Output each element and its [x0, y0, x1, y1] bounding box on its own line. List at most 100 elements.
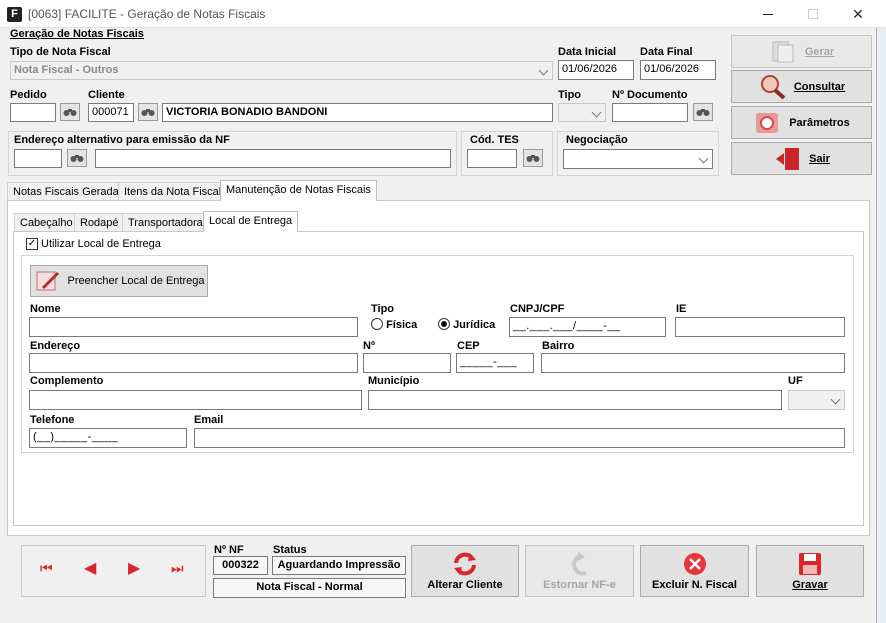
- radio-fisica[interactable]: Física: [371, 318, 417, 331]
- tipo-select[interactable]: [558, 103, 606, 122]
- pedido-input[interactable]: [10, 103, 56, 122]
- gerar-button[interactable]: Gerar: [731, 35, 872, 68]
- endereco-alt-desc-input[interactable]: [95, 149, 451, 168]
- tipo-nf-value: Nota Fiscal - Outros: [14, 64, 119, 76]
- uf-select[interactable]: [788, 390, 845, 410]
- binoculars-icon: [63, 109, 77, 116]
- title-bar: F [0063] FACILITE - Geração de Notas Fis…: [0, 0, 886, 28]
- cliente-search-button[interactable]: [138, 103, 158, 121]
- endereco-input[interactable]: [29, 353, 358, 373]
- excluir-button[interactable]: Excluir N. Fiscal: [640, 545, 749, 597]
- numero-label: Nº: [363, 340, 375, 352]
- binoculars-icon: [526, 155, 540, 162]
- radio-fisica-icon: [371, 318, 383, 330]
- window-title: [0063] FACILITE - Geração de Notas Fisca…: [28, 7, 266, 21]
- cep-input[interactable]: _____-___: [456, 353, 534, 373]
- tipo-nf-select[interactable]: Nota Fiscal - Outros: [10, 61, 553, 80]
- binoculars-icon: [141, 109, 155, 116]
- binoculars-icon: [70, 155, 84, 162]
- tab-itens-nota-fiscal[interactable]: Itens da Nota Fiscal: [118, 182, 228, 201]
- cliente-name-input[interactable]: VICTORIA BONADIO BANDONI: [162, 103, 553, 122]
- bairro-label: Bairro: [542, 340, 575, 352]
- nf-type-value: Nota Fiscal - Normal: [213, 578, 406, 598]
- cod-tes-label: Cód. TES: [470, 134, 519, 146]
- complemento-input[interactable]: [29, 390, 362, 410]
- negociacao-select[interactable]: [563, 149, 713, 169]
- numero-input[interactable]: [363, 353, 451, 373]
- minimize-icon[interactable]: [758, 6, 778, 22]
- endereco-label: Endereço: [30, 340, 81, 352]
- consultar-button[interactable]: Consultar: [731, 70, 872, 103]
- settings-icon: [756, 112, 779, 133]
- nr-documento-input[interactable]: [612, 103, 688, 122]
- section-title: Geração de Notas Fiscais: [10, 28, 144, 40]
- consultar-label: Consultar: [793, 80, 846, 93]
- alterar-cliente-label: Alterar Cliente: [427, 579, 503, 591]
- radio-juridica[interactable]: Jurídica: [438, 318, 495, 331]
- chevron-down-icon: [698, 153, 709, 164]
- cod-tes-search-button[interactable]: [523, 149, 543, 167]
- edit-form-icon: [36, 271, 59, 291]
- tipo-label: Tipo: [558, 89, 582, 101]
- background-window-edge: [876, 28, 886, 623]
- ie-input[interactable]: [675, 317, 845, 337]
- bairro-input[interactable]: [541, 353, 845, 373]
- preencher-local-button[interactable]: Preencher Local de Entrega: [30, 265, 208, 297]
- sair-button[interactable]: Sair: [731, 142, 872, 175]
- close-icon[interactable]: ✕: [848, 6, 868, 22]
- nr-nf-value: 000322: [213, 556, 268, 575]
- subtab-transportadora[interactable]: Transportadora: [122, 213, 209, 232]
- parametros-label: Parâmetros: [789, 116, 850, 129]
- cnpj-label: CNPJ/CPF: [510, 303, 565, 315]
- delete-circle-icon: [683, 553, 706, 575]
- ie-label: IE: [676, 303, 687, 315]
- utilizar-local-checkbox[interactable]: ✓: [26, 238, 38, 250]
- exit-door-icon: [776, 147, 800, 170]
- telefone-input[interactable]: (__)_____-____: [29, 428, 187, 448]
- complemento-label: Complemento: [30, 375, 104, 387]
- alterar-cliente-button[interactable]: Alterar Cliente: [411, 545, 519, 597]
- email-input[interactable]: [194, 428, 845, 448]
- last-record-icon[interactable]: ⏭: [171, 560, 184, 577]
- nome-input[interactable]: [29, 317, 358, 337]
- endereco-alt-label: Endereço alternativo para emissão da NF: [14, 134, 230, 146]
- magnifier-icon: [760, 74, 786, 99]
- app-icon: F: [7, 7, 22, 22]
- data-final-label: Data Final: [640, 46, 693, 58]
- binoculars-icon: [696, 109, 710, 116]
- subtab-local-entrega[interactable]: Local de Entrega: [203, 211, 299, 232]
- endereco-alt-code-input[interactable]: [14, 149, 62, 168]
- data-inicial-input[interactable]: 01/06/2026: [558, 60, 634, 80]
- tab-notas-fiscais-geradas[interactable]: Notas Fiscais Geradas: [7, 182, 131, 201]
- estornar-button[interactable]: Estornar NF-e: [525, 545, 634, 597]
- cod-tes-input[interactable]: [467, 149, 517, 168]
- telefone-label: Telefone: [30, 414, 75, 426]
- endereco-alt-search-button[interactable]: [67, 149, 87, 167]
- undo-icon: [571, 552, 587, 576]
- documento-search-button[interactable]: [693, 103, 713, 121]
- gerar-label: Gerar: [804, 45, 835, 58]
- cep-label: CEP: [457, 340, 480, 352]
- maximize-icon[interactable]: [803, 6, 823, 22]
- uf-label: UF: [788, 375, 803, 387]
- municipio-input[interactable]: [368, 390, 782, 410]
- data-inicial-label: Data Inicial: [558, 46, 617, 58]
- cliente-code-input[interactable]: 000071: [88, 103, 134, 122]
- sair-label: Sair: [809, 152, 830, 165]
- subtab-rodape[interactable]: Rodapé: [74, 213, 125, 232]
- cnpj-input[interactable]: __.___.___/____-__: [509, 317, 666, 337]
- gravar-button[interactable]: Gravar: [756, 545, 864, 597]
- tipo-pessoa-label: Tipo: [371, 303, 395, 315]
- data-final-input[interactable]: 01/06/2026: [640, 60, 716, 80]
- municipio-label: Município: [368, 375, 420, 387]
- parametros-button[interactable]: Parâmetros: [731, 106, 872, 139]
- pedido-search-button[interactable]: [60, 103, 80, 121]
- status-label: Status: [273, 544, 307, 556]
- first-record-icon[interactable]: ⏮: [40, 560, 53, 577]
- subtab-cabecalho[interactable]: Cabeçalho: [14, 213, 79, 232]
- tab-manutencao-notas-fiscais[interactable]: Manutenção de Notas Fiscais: [220, 180, 377, 201]
- negociacao-label: Negociação: [566, 134, 628, 146]
- refresh-icon: [454, 552, 476, 576]
- previous-record-icon[interactable]: ◀: [84, 558, 96, 578]
- next-record-icon[interactable]: ▶: [128, 558, 140, 578]
